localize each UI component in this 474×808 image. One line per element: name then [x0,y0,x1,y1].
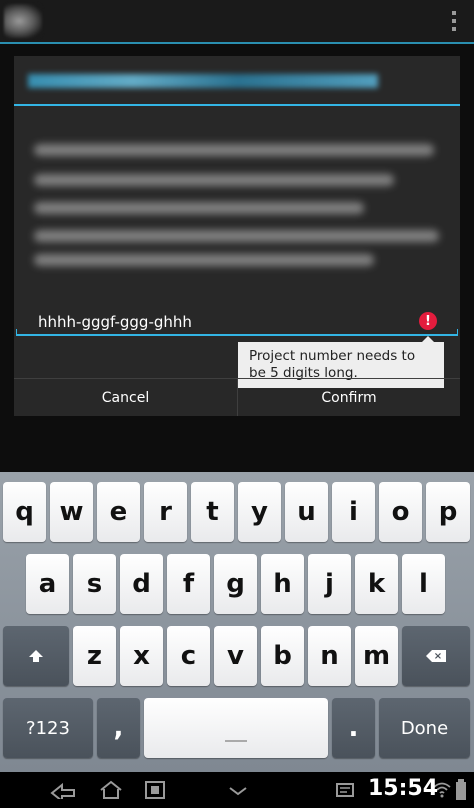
period-key[interactable]: . [332,698,375,758]
home-icon[interactable] [96,778,126,802]
key-h[interactable]: h [261,554,304,614]
space-bar-indicator [225,740,247,742]
battery-icon [454,778,468,802]
key-f[interactable]: f [167,554,210,614]
soft-keyboard: q w e r t y u i o p a s d f g h j k l z … [0,472,474,772]
shift-icon [29,649,43,662]
backspace-key[interactable]: × [402,626,470,686]
key-a[interactable]: a [26,554,69,614]
dialog-message-blurred [34,136,444,266]
key-m[interactable]: m [355,626,398,686]
key-w[interactable]: w [50,482,93,542]
key-l[interactable]: l [402,554,445,614]
space-bar[interactable] [144,698,328,758]
cancel-button[interactable]: Cancel [14,379,237,416]
key-b[interactable]: b [261,626,304,686]
backspace-icon: × [426,650,446,662]
done-key[interactable]: Done [379,698,470,758]
key-z[interactable]: z [73,626,116,686]
action-bar [0,0,474,44]
error-message: Project number needs to be 5 digits long… [249,348,416,381]
input-underline [16,329,458,336]
key-g[interactable]: g [214,554,257,614]
key-u[interactable]: u [285,482,328,542]
key-k[interactable]: k [355,554,398,614]
comma-key[interactable]: , [97,698,140,758]
confirm-button[interactable]: Confirm [238,379,460,416]
keyboard-indicator-icon[interactable] [226,778,250,802]
key-d[interactable]: d [120,554,163,614]
error-icon[interactable]: ! [419,312,437,330]
overflow-menu-icon[interactable] [450,11,458,31]
recent-apps-icon[interactable] [140,778,170,802]
symbols-key[interactable]: ?123 [3,698,93,758]
key-j[interactable]: j [308,554,351,614]
key-s[interactable]: s [73,554,116,614]
key-t[interactable]: t [191,482,234,542]
project-number-field[interactable]: hhhh-gggf-ggg-ghhh ! [16,305,458,339]
project-number-input[interactable]: hhhh-gggf-ggg-ghhh [38,313,192,331]
key-p[interactable]: p [426,482,470,542]
status-clock: 15:54 [368,776,439,801]
back-icon[interactable] [48,778,78,802]
key-r[interactable]: r [144,482,187,542]
key-x[interactable]: x [120,626,163,686]
notification-icon[interactable] [334,778,356,802]
key-q[interactable]: q [3,482,46,542]
key-v[interactable]: v [214,626,257,686]
key-i[interactable]: i [332,482,375,542]
key-y[interactable]: y [238,482,281,542]
key-o[interactable]: o [379,482,422,542]
dialog-title-bar [14,56,460,106]
key-e[interactable]: e [97,482,140,542]
key-c[interactable]: c [167,626,210,686]
dialog-title-blurred [28,74,378,88]
key-n[interactable]: n [308,626,351,686]
app-icon[interactable] [4,4,42,38]
title-divider [14,104,460,106]
shift-key[interactable] [3,626,69,686]
